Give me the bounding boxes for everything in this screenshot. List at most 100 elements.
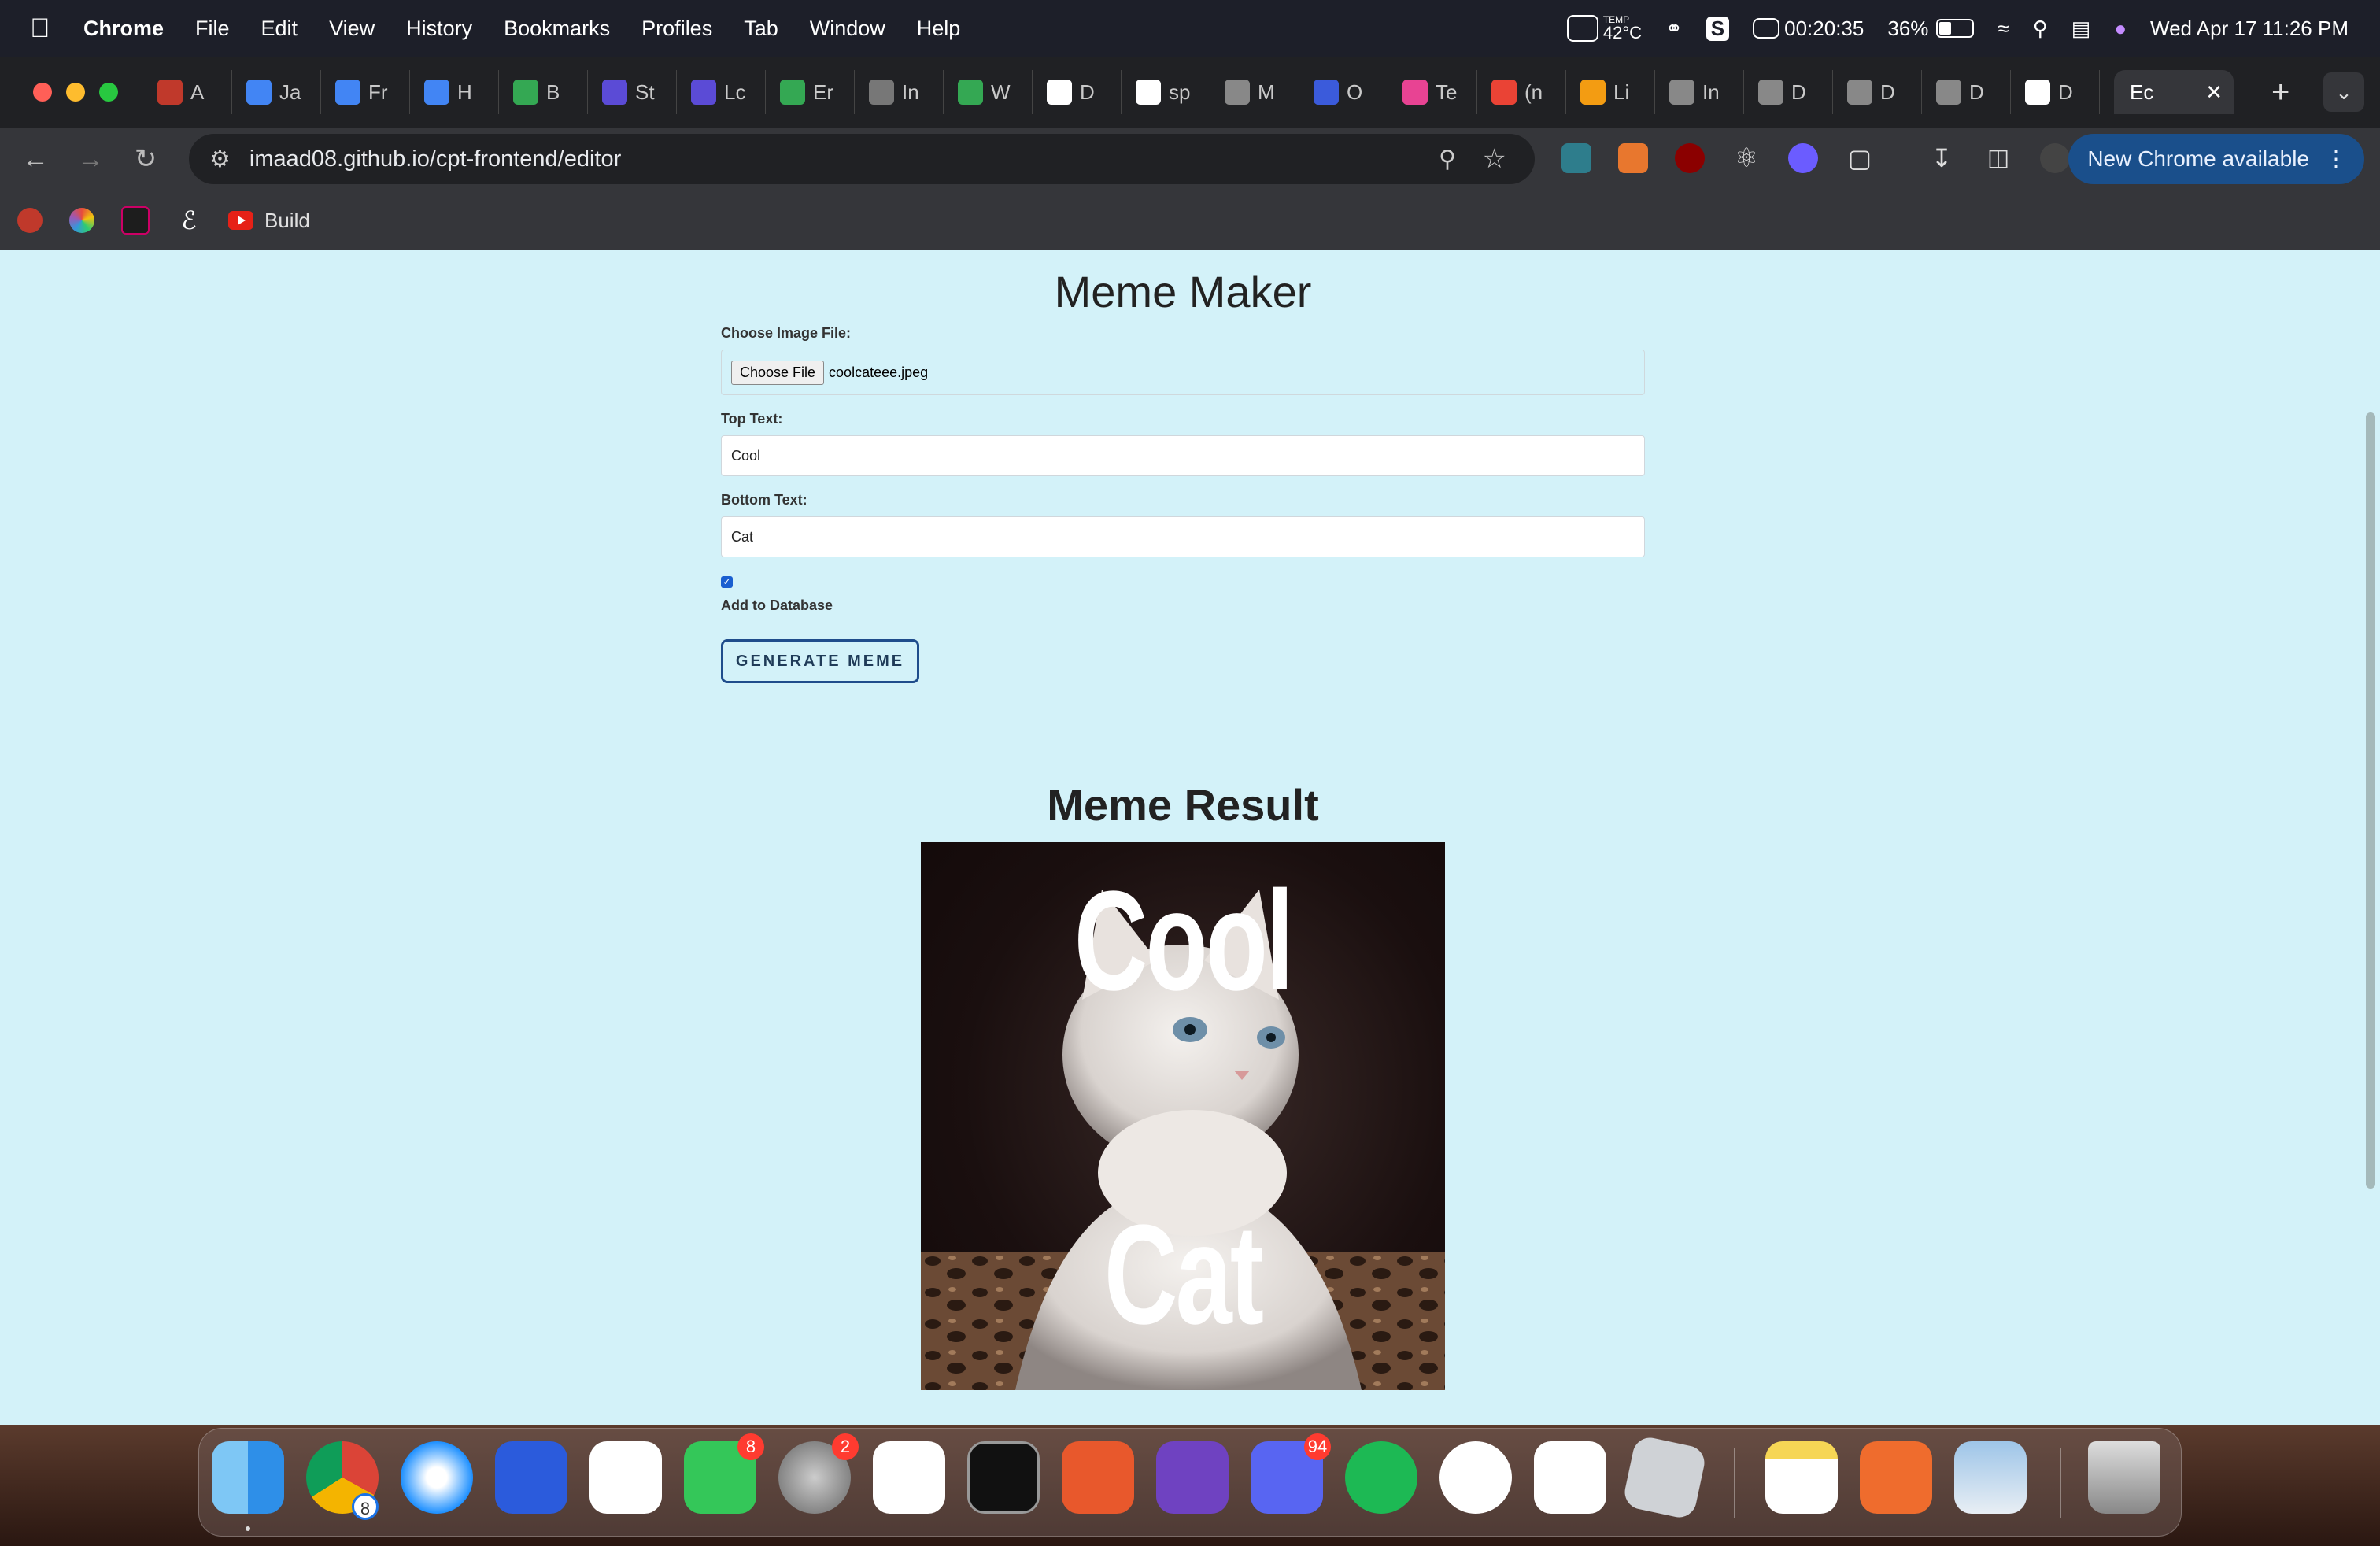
zoom-window-button[interactable]: [99, 83, 118, 102]
close-window-button[interactable]: [33, 83, 52, 102]
menu-history[interactable]: History: [406, 17, 472, 41]
apple-icon[interactable]: : [30, 13, 61, 44]
profile-avatar[interactable]: [2040, 143, 2070, 173]
browser-tab[interactable]: D: [1758, 70, 1833, 114]
extension-icon-5[interactable]: [1788, 143, 1818, 173]
swipe-s-icon[interactable]: [1062, 1441, 1134, 1514]
extensions-puzzle-icon[interactable]: ▢: [1845, 143, 1875, 173]
browser-tab[interactable]: D: [1936, 70, 2011, 114]
browser-tab[interactable]: D: [1847, 70, 1922, 114]
terminal-icon[interactable]: [967, 1441, 1040, 1514]
reload-button[interactable]: ↻: [126, 143, 165, 175]
timer-widget[interactable]: 00:20:35: [1753, 17, 1864, 41]
generate-meme-button[interactable]: GENERATE MEME: [721, 639, 919, 683]
browser-tab[interactable]: Fr: [335, 70, 410, 114]
siri-icon[interactable]: ●: [2114, 17, 2127, 41]
menu-window[interactable]: Window: [810, 17, 885, 41]
menu-view[interactable]: View: [329, 17, 375, 41]
back-button[interactable]: ←: [16, 144, 55, 175]
browser-tab[interactable]: Li: [1580, 70, 1655, 114]
browser-tab[interactable]: sp: [1136, 70, 1210, 114]
control-center-icon[interactable]: ▤: [2071, 17, 2091, 41]
github-desktop-icon[interactable]: [1156, 1441, 1229, 1514]
creative-cloud-icon[interactable]: ⚭: [1665, 17, 1683, 41]
active-tab[interactable]: Ec ✕: [2114, 70, 2234, 114]
menu-app-chrome[interactable]: Chrome: [83, 17, 164, 41]
new-chrome-available-button[interactable]: New Chrome available ⋮: [2068, 134, 2364, 184]
wifi-icon[interactable]: ≈: [1998, 17, 2009, 41]
bookmark-icon-3[interactable]: [121, 206, 150, 235]
top-text-input[interactable]: Cool: [721, 435, 1645, 476]
bookmark-icon-2[interactable]: [69, 208, 94, 233]
new-tab-button[interactable]: +: [2271, 75, 2289, 110]
side-panel-icon[interactable]: ◫: [1983, 143, 2013, 173]
browser-tab[interactable]: B: [513, 70, 588, 114]
menu-edit[interactable]: Edit: [261, 17, 298, 41]
system-settings-icon[interactable]: 2: [778, 1433, 859, 1514]
zoom-icon[interactable]: ⚲: [1439, 146, 1456, 173]
spotify-icon[interactable]: [1345, 1441, 1417, 1514]
vscode-icon[interactable]: [873, 1441, 945, 1514]
menu-profiles[interactable]: Profiles: [641, 17, 712, 41]
postman-icon[interactable]: [1860, 1441, 1932, 1514]
browser-tab[interactable]: In: [1669, 70, 1744, 114]
browser-tab[interactable]: M: [1225, 70, 1299, 114]
s-app-icon[interactable]: S: [1706, 16, 1730, 41]
temperature-widget[interactable]: TEMP 42°C: [1566, 15, 1642, 42]
minimize-window-button[interactable]: [66, 83, 85, 102]
menu-bookmarks[interactable]: Bookmarks: [504, 17, 610, 41]
close-tab-icon[interactable]: ✕: [2205, 80, 2223, 105]
bookmark-star-icon[interactable]: ☆: [1483, 143, 1506, 175]
forward-button[interactable]: →: [71, 144, 110, 175]
browser-tab[interactable]: St: [602, 70, 677, 114]
infuse-icon[interactable]: [1534, 1441, 1606, 1514]
messages-icon[interactable]: 8: [684, 1433, 764, 1514]
safari-icon[interactable]: [401, 1441, 473, 1514]
tab-search-button[interactable]: ⌄: [2323, 72, 2364, 112]
notes-icon[interactable]: [1765, 1441, 1838, 1514]
browser-tab[interactable]: H: [424, 70, 499, 114]
preview-icon[interactable]: [1954, 1441, 2027, 1514]
menu-tab[interactable]: Tab: [744, 17, 778, 41]
browser-tab[interactable]: In: [869, 70, 944, 114]
browser-tab[interactable]: Ja: [246, 70, 321, 114]
chrome-icon[interactable]: 8: [306, 1441, 379, 1520]
discord-icon[interactable]: 94: [1251, 1433, 1331, 1514]
bitwarden-icon[interactable]: [495, 1441, 567, 1514]
browser-tab[interactable]: W: [958, 70, 1033, 114]
url-text[interactable]: imaad08.github.io/cpt-frontend/editor: [249, 146, 621, 172]
more-menu-icon[interactable]: ⋮: [2325, 134, 2347, 184]
spotlight-search-icon[interactable]: ⚲: [2033, 17, 2048, 41]
browser-tab[interactable]: D: [2025, 70, 2100, 114]
slack-icon[interactable]: [589, 1441, 662, 1514]
bottom-text-input[interactable]: Cat: [721, 516, 1645, 557]
thunderbird-icon[interactable]: [1439, 1441, 1512, 1514]
browser-tab[interactable]: (n: [1491, 70, 1566, 114]
browser-tab[interactable]: Er: [780, 70, 855, 114]
menu-help[interactable]: Help: [917, 17, 961, 41]
menu-bar-clock[interactable]: Wed Apr 17 11:26 PM: [2150, 17, 2349, 41]
extension-icon-1[interactable]: [1561, 143, 1591, 173]
add-to-database-checkbox[interactable]: ✓: [721, 576, 733, 588]
menu-file[interactable]: File: [195, 17, 230, 41]
battery-widget[interactable]: 36%: [1887, 17, 1975, 41]
bookmark-build[interactable]: Build: [264, 209, 310, 233]
browser-tab[interactable]: D: [1047, 70, 1122, 114]
react-devtools-icon[interactable]: ⚛: [1731, 143, 1761, 173]
download-icon[interactable]: ↧: [1927, 143, 1957, 173]
bookmark-icon-1[interactable]: [17, 208, 42, 233]
address-bar[interactable]: ⚙ imaad08.github.io/cpt-frontend/editor …: [189, 134, 1535, 184]
extension-icon-2[interactable]: [1618, 143, 1648, 173]
page-scrollbar[interactable]: [2366, 412, 2375, 1189]
ublock-icon[interactable]: [1675, 143, 1705, 173]
browser-tab[interactable]: Te: [1402, 70, 1477, 114]
browser-tab[interactable]: Lc: [691, 70, 766, 114]
site-info-icon[interactable]: ⚙: [209, 146, 231, 173]
roblox-icon[interactable]: [1621, 1434, 1708, 1521]
browser-tab[interactable]: A: [157, 70, 232, 114]
bookmark-icon-4[interactable]: ℰ: [176, 208, 201, 233]
choose-file-button[interactable]: Choose File: [731, 360, 825, 385]
finder-icon[interactable]: [212, 1441, 284, 1531]
file-input[interactable]: Choose File coolcateee.jpeg: [721, 350, 1645, 395]
trash-icon[interactable]: [2088, 1441, 2160, 1514]
